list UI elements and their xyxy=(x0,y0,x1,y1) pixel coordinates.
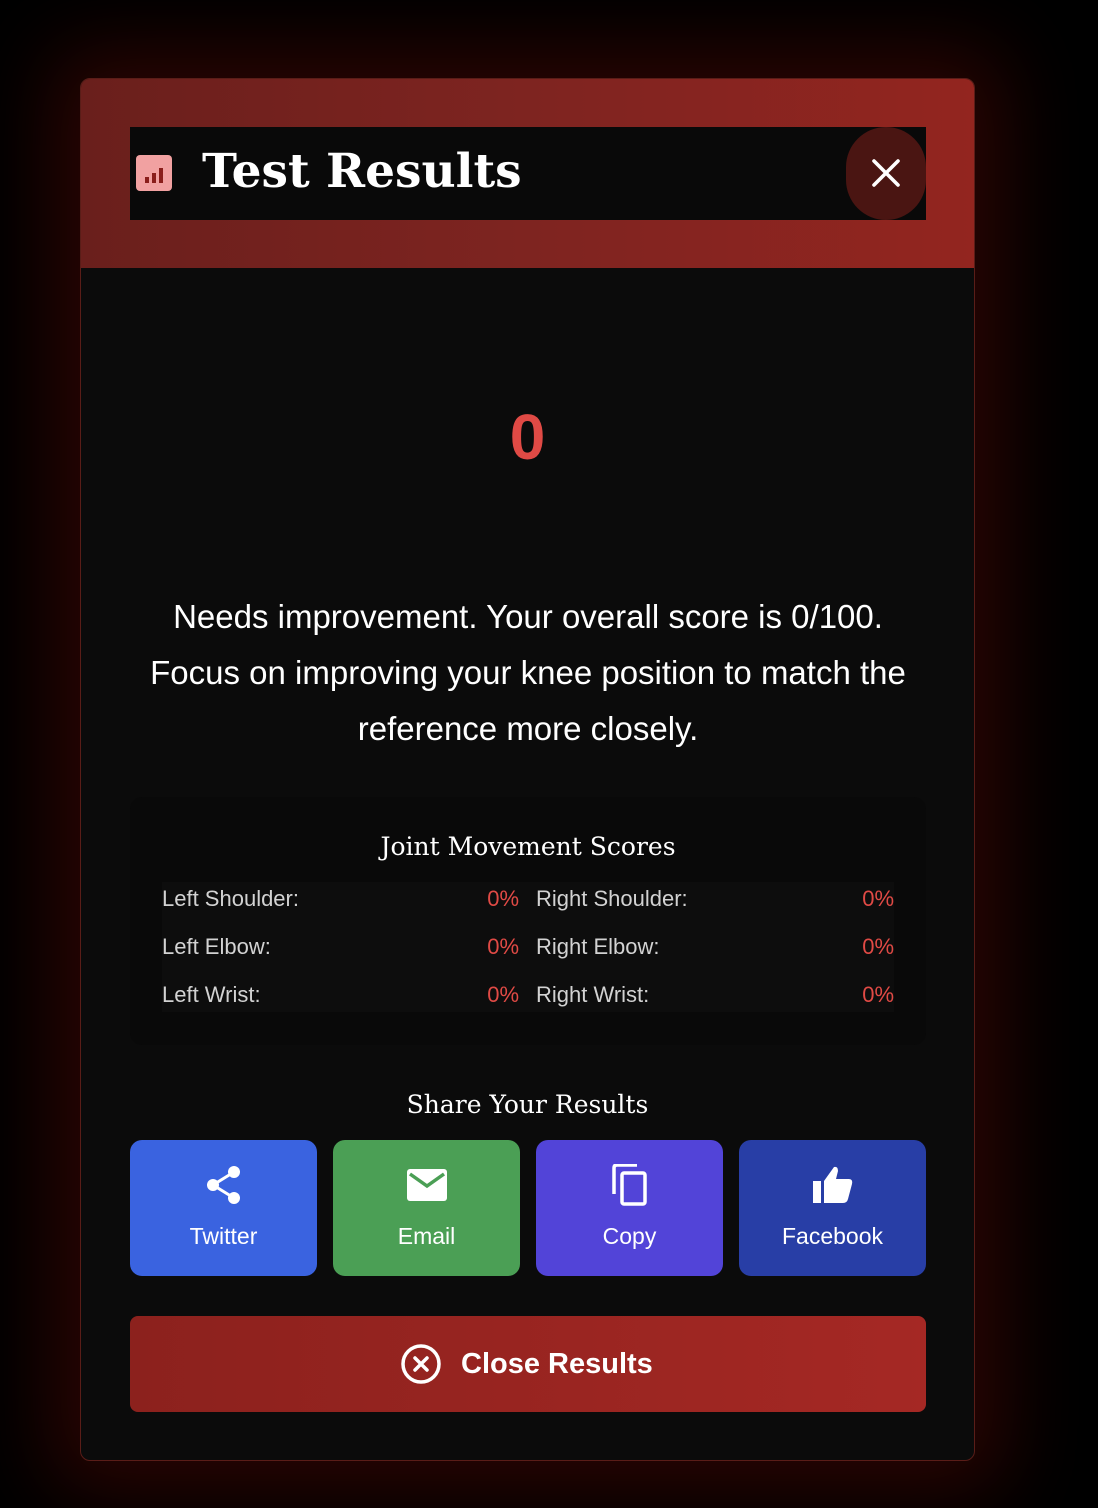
joint-scores-panel: Joint Movement Scores Left Shoulder: 0% … xyxy=(130,797,926,1045)
share-button-label: Twitter xyxy=(189,1223,258,1249)
share-facebook-button[interactable]: Facebook xyxy=(739,1140,926,1276)
close-results-label: Close Results xyxy=(461,1348,653,1380)
joint-label: Right Wrist: xyxy=(536,982,650,1007)
joint-value: 0% xyxy=(487,982,519,1007)
joint-row: Left Shoulder: 0% Right Shoulder: 0% xyxy=(162,882,894,930)
joint-label: Left Elbow: xyxy=(162,934,271,959)
joint-label: Left Wrist: xyxy=(162,982,261,1007)
share-button-label: Copy xyxy=(602,1223,657,1249)
joint-label: Left Shoulder: xyxy=(162,886,299,911)
joint-value: 0% xyxy=(862,934,894,959)
joint-label: Right Shoulder: xyxy=(536,886,688,911)
close-icon xyxy=(872,159,900,187)
joint-value: 0% xyxy=(487,934,519,959)
joint-value: 0% xyxy=(862,886,894,911)
email-icon xyxy=(407,1169,447,1201)
results-modal: Test Results 0 Needs improvement. Your o… xyxy=(80,78,975,1461)
joint-row: Left Wrist: 0% Right Wrist: 0% xyxy=(162,978,894,1026)
joint-scores-grid: Left Shoulder: 0% Right Shoulder: 0% Lef… xyxy=(162,882,894,1012)
score-value: 0 xyxy=(509,401,546,473)
close-circle-icon xyxy=(401,1344,441,1384)
joint-value: 0% xyxy=(487,886,519,911)
share-copy-button[interactable]: Copy xyxy=(536,1140,723,1276)
joint-row: Left Elbow: 0% Right Elbow: 0% xyxy=(162,930,894,978)
bar-chart-icon xyxy=(136,155,172,191)
thumbs-up-icon xyxy=(813,1166,853,1203)
share-twitter-button[interactable]: Twitter xyxy=(130,1140,317,1276)
feedback-message: Needs improvement. Your overall score is… xyxy=(150,598,906,747)
share-button-label: Facebook xyxy=(781,1223,883,1249)
share-title: Share Your Results xyxy=(406,1090,649,1119)
modal-title: Test Results xyxy=(202,144,522,199)
close-button[interactable] xyxy=(846,127,926,220)
share-email-button[interactable]: Email xyxy=(333,1140,520,1276)
modal-header: Test Results xyxy=(81,79,974,268)
copy-icon xyxy=(612,1164,647,1206)
share-button-label: Email xyxy=(397,1223,456,1249)
share-icon xyxy=(207,1166,240,1204)
joint-scores-title: Joint Movement Scores xyxy=(380,832,676,861)
close-results-button[interactable]: Close Results xyxy=(130,1316,926,1412)
joint-value: 0% xyxy=(862,982,894,1007)
joint-label: Right Elbow: xyxy=(536,934,660,959)
title-bar: Test Results xyxy=(130,127,926,220)
